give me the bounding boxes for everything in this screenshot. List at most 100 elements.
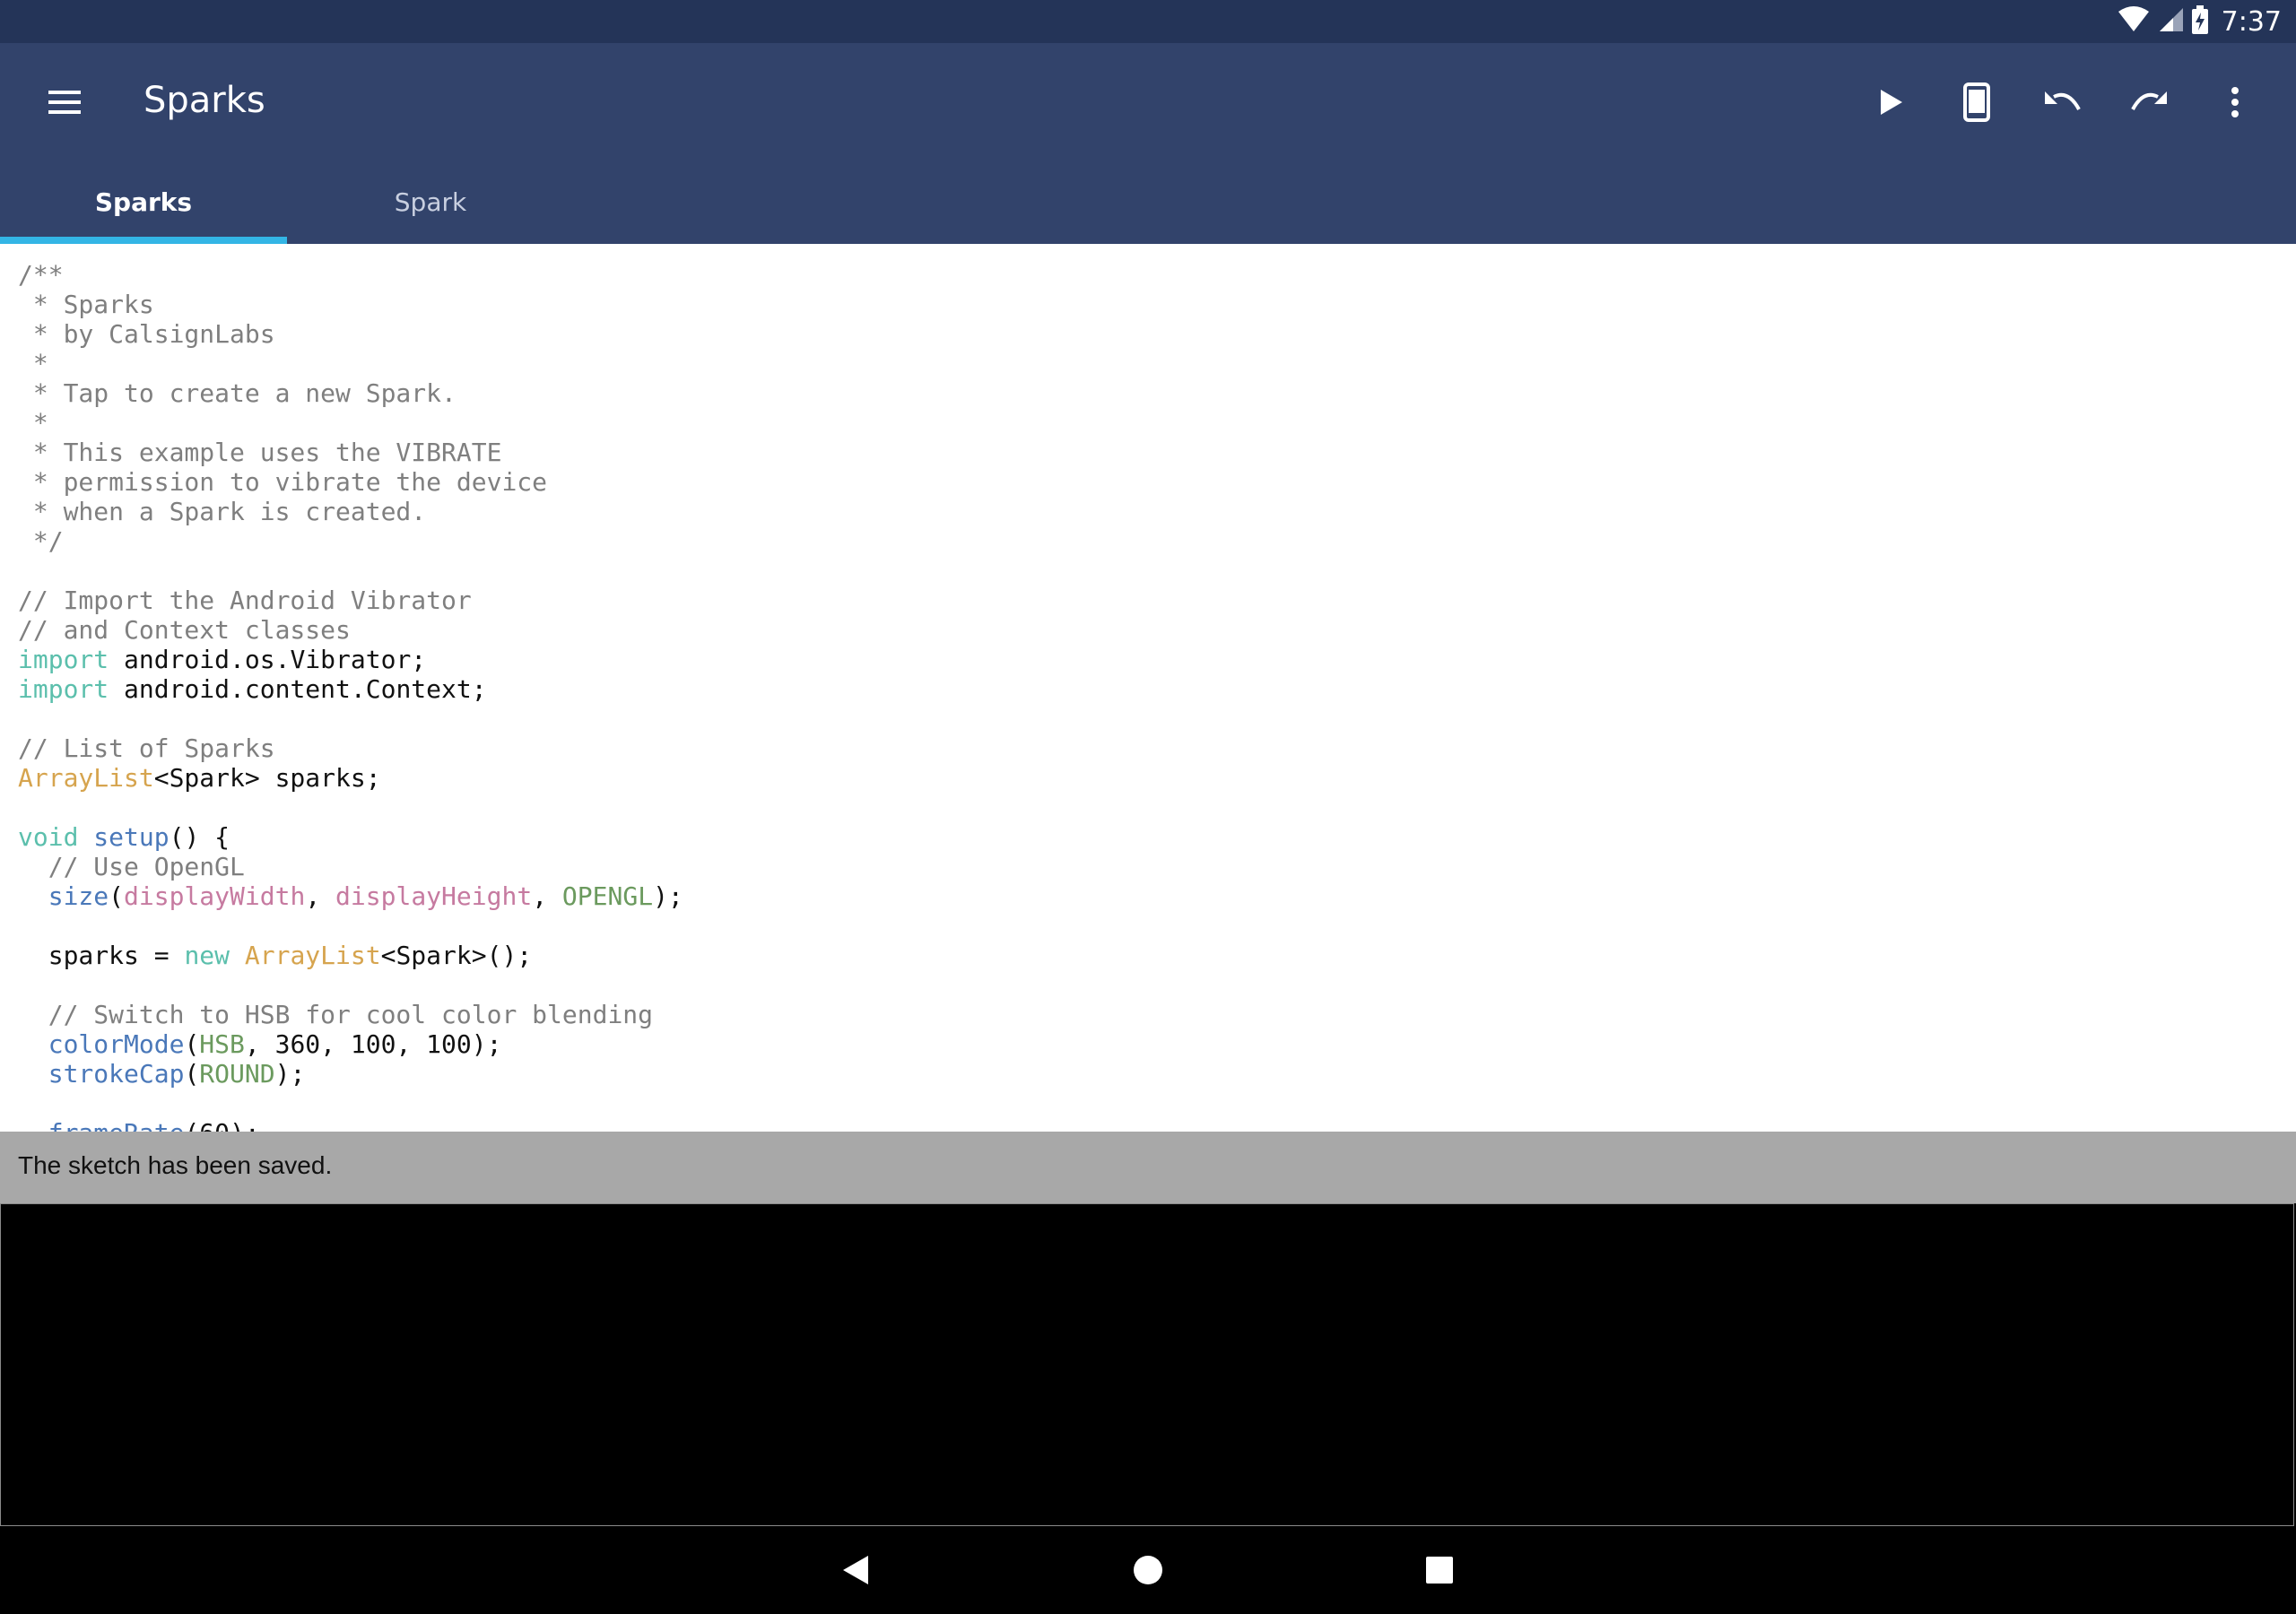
code-token: // and Context classes [18, 615, 351, 645]
code-token: size [48, 881, 109, 911]
code-token: * Sparks [18, 290, 154, 319]
code-token: , [532, 881, 562, 911]
toolbar-actions [1848, 68, 2278, 136]
code-line: // Import the Android Vibrator [18, 586, 2278, 615]
code-token: displayWidth [124, 881, 306, 911]
recents-icon[interactable] [1417, 1548, 1462, 1592]
code-line: * when a Spark is created. [18, 497, 2278, 526]
code-line: * permission to vibrate the device [18, 467, 2278, 497]
code-token: // Import the Android Vibrator [18, 586, 472, 615]
code-line: * [18, 408, 2278, 438]
back-icon[interactable] [834, 1548, 879, 1592]
code-token: void [18, 822, 79, 852]
code-token: import [18, 674, 109, 704]
code-token: ( [184, 1029, 200, 1059]
code-line: */ [18, 526, 2278, 556]
code-token: <Spark>(); [380, 941, 533, 970]
code-token: ( [109, 881, 125, 911]
code-line: colorMode(HSB, 360, 100, 100); [18, 1029, 2278, 1059]
tab-bar: Sparks Spark [0, 160, 574, 244]
code-line: * This example uses the VIBRATE [18, 438, 2278, 467]
code-token: ArrayList [244, 941, 381, 970]
code-text[interactable]: /** * Sparks * by CalsignLabs * * Tap to… [0, 244, 2296, 1132]
code-token: ( [184, 1059, 200, 1089]
redo-icon[interactable] [2106, 68, 2192, 136]
status-message: The sketch has been saved. [18, 1151, 333, 1179]
code-token: <Spark> sparks; [153, 763, 381, 793]
code-token: displayHeight [335, 881, 533, 911]
code-token: ); [653, 881, 683, 911]
app-title: Sparks [144, 80, 265, 121]
code-token: HSB [199, 1029, 245, 1059]
code-line: * Tap to create a new Spark. [18, 378, 2278, 408]
code-token: * permission to vibrate the device [18, 467, 548, 497]
more-vert-icon[interactable] [2192, 68, 2278, 136]
code-token: * [18, 408, 48, 438]
code-line: // Use OpenGL [18, 852, 2278, 881]
home-icon[interactable] [1126, 1548, 1170, 1592]
status-bar: 7:37 [0, 0, 2296, 43]
code-token: , 360, 100, 100); [244, 1029, 502, 1059]
code-token: colorMode [48, 1029, 185, 1059]
code-line: // and Context classes [18, 615, 2278, 645]
code-token: ArrayList [18, 763, 154, 793]
code-line: // List of Sparks [18, 733, 2278, 763]
code-line: import android.os.Vibrator; [18, 645, 2278, 674]
code-editor[interactable]: /** * Sparks * by CalsignLabs * * Tap to… [0, 244, 2296, 1132]
code-token: // Switch to HSB for cool color blending [18, 1000, 654, 1029]
clock: 7:37 [2221, 5, 2282, 38]
code-line: sparks = new ArrayList<Spark>(); [18, 941, 2278, 970]
code-line: * Sparks [18, 290, 2278, 319]
hamburger-menu-icon[interactable] [34, 81, 95, 124]
code-token: * [18, 349, 48, 378]
code-token: ); [274, 1059, 306, 1089]
cell-signal-icon [2157, 6, 2184, 38]
code-token: * when a Spark is created. [18, 497, 427, 526]
status-icons: 7:37 [2118, 0, 2282, 43]
code-token: () { [169, 822, 230, 852]
code-line: ArrayList<Spark> sparks; [18, 763, 2278, 793]
system-nav-bar [0, 1526, 2296, 1614]
code-token: , [305, 881, 336, 911]
code-line: * [18, 349, 2278, 378]
code-token: import [18, 645, 109, 674]
code-line: /** [18, 260, 2278, 290]
code-line: import android.content.Context; [18, 674, 2278, 704]
tab-spark[interactable]: Spark [287, 160, 574, 244]
code-token: * by CalsignLabs [18, 319, 275, 349]
code-token: /** [18, 260, 64, 290]
code-line: frameRate(60); [18, 1118, 2278, 1132]
wifi-icon [2118, 5, 2150, 38]
tab-sparks[interactable]: Sparks [0, 160, 287, 244]
code-token: ROUND [199, 1059, 275, 1089]
code-token: OPENGL [561, 881, 654, 911]
battery-charging-icon [2191, 4, 2209, 39]
code-token: sparks = [18, 941, 185, 970]
code-token: frameRate [48, 1118, 185, 1132]
code-token: android.content.Context; [109, 674, 487, 704]
app-bar: Sparks Sparks Spark [0, 43, 2296, 244]
code-token: android.os.Vibrator; [109, 645, 427, 674]
code-line: void setup() { [18, 822, 2278, 852]
phone-device-icon[interactable] [1934, 68, 2020, 136]
code-token: strokeCap [48, 1059, 185, 1089]
console-output[interactable] [0, 1203, 2294, 1526]
code-token: * Tap to create a new Spark. [18, 378, 457, 408]
undo-icon[interactable] [2020, 68, 2106, 136]
code-token: new [184, 941, 230, 970]
code-token: setup [93, 822, 170, 852]
play-icon[interactable] [1848, 68, 1934, 136]
message-bar: The sketch has been saved. [0, 1132, 2296, 1203]
